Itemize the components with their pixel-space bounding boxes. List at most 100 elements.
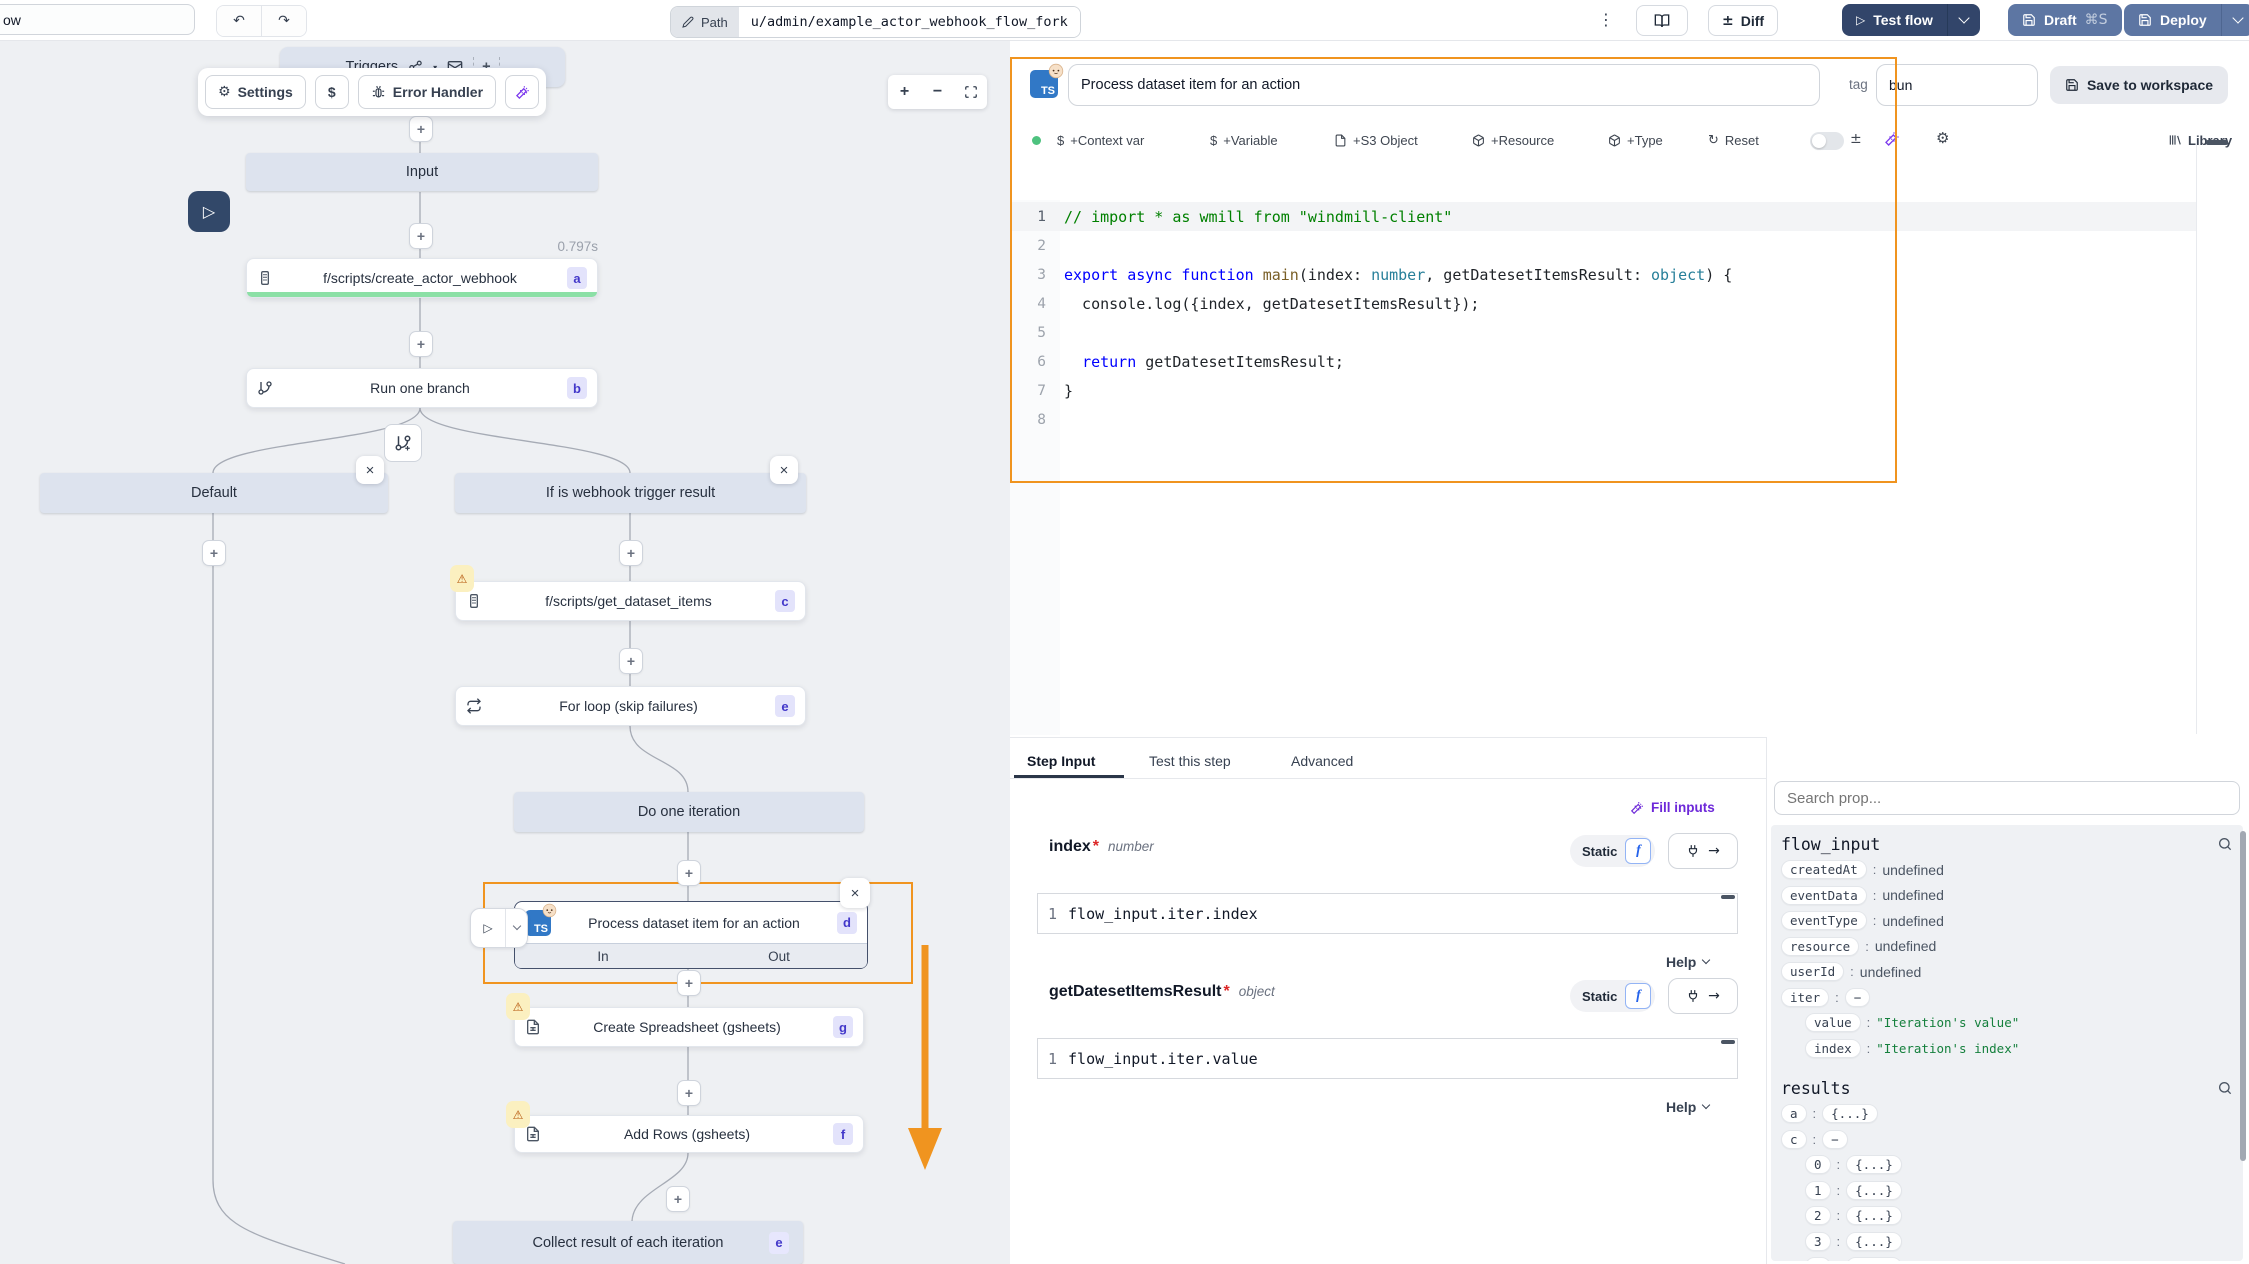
fit-view-icon[interactable] [954,75,987,109]
flow-canvas[interactable]: Triggers ▾ + ⚙ Settings $ Error Handler … [0,40,1011,1264]
step-node-forloop[interactable]: For loop (skip failures) e [455,686,806,726]
prop-row[interactable]: 3:{...} [1805,1229,2233,1255]
prop-row[interactable]: 1:{...} [1805,1178,2233,1204]
add-context-var-button[interactable]: $+Context var [1057,128,1144,152]
tag-input[interactable] [1876,64,2038,106]
prop-key-pill[interactable]: resource [1781,937,1859,956]
deploy-dropdown[interactable] [2222,4,2249,36]
prop-value[interactable]: {...} [1822,1104,1878,1123]
code-editor[interactable]: 1// import * as wmill from "windmill-cli… [1010,202,2196,434]
flow-summary-input[interactable] [0,4,195,35]
step-name-input[interactable] [1068,64,1820,106]
prop-row[interactable]: 2:{...} [1805,1203,2233,1229]
prop-key-pill[interactable]: eventType [1781,911,1867,930]
prop-value[interactable]: {...} [1846,1257,1902,1261]
step-node-a[interactable]: f/scripts/create_actor_webhook a [246,258,598,298]
test-flow-dropdown[interactable] [1948,4,1980,36]
add-branch-button[interactable] [384,424,422,462]
error-handler-button[interactable]: Error Handler [358,75,496,109]
diff-button[interactable]: ± Diff [1708,5,1778,36]
prop-value[interactable]: − [1822,1130,1848,1149]
prop-key-pill[interactable]: a [1781,1104,1807,1123]
fill-inputs-button[interactable]: Fill inputs [1630,800,1715,815]
prop-key-pill[interactable]: iter [1781,988,1829,1007]
add-variable-button[interactable]: $+Variable [1210,128,1278,152]
expr-input-getdatesetitemsresult[interactable]: 1 flow_input.iter.value [1037,1038,1738,1079]
prop-row[interactable]: userId:undefined [1781,959,2233,985]
help-link[interactable]: Help [1666,954,1709,970]
do-one-iteration-node[interactable]: Do one iteration [514,792,864,832]
editor-toggle[interactable] [1810,132,1844,150]
add-step-icon[interactable]: + [619,648,643,674]
add-type-button[interactable]: +Type [1608,128,1663,152]
prop-value[interactable]: {...} [1846,1155,1902,1174]
flow-settings-button[interactable]: ⚙ Settings [205,75,306,109]
add-s3-object-button[interactable]: +S3 Object [1334,128,1418,152]
step-node-d-selected[interactable]: TS Process dataset item for an action d … [514,901,868,969]
prop-row[interactable]: index:"Iteration's index" [1805,1036,2233,1062]
tab-step-input[interactable]: Step Input [1027,746,1095,776]
branch-if-node[interactable]: If is webhook trigger result [455,473,806,513]
javascript-expr-icon[interactable]: f [1625,983,1651,1009]
prop-key-pill[interactable]: 3 [1805,1232,1831,1251]
undo-button[interactable]: ↶ [217,6,261,36]
add-step-icon[interactable]: + [666,1186,690,1212]
prop-value[interactable]: − [1845,988,1871,1007]
help-link[interactable]: Help [1666,1099,1709,1115]
static-toggle-getdatesetitemsresult[interactable]: Static f [1570,980,1655,1012]
prop-row[interactable]: eventData:undefined [1781,883,2233,909]
add-step-icon[interactable]: + [409,223,433,249]
prop-key-pill[interactable]: 4 [1805,1257,1831,1261]
node-in-handle[interactable]: In [515,949,691,964]
tab-test-this-step[interactable]: Test this step [1149,746,1231,776]
diff-toggle-icon[interactable]: ± [1850,131,1862,147]
run-step-dropdown[interactable] [506,909,527,947]
add-step-icon[interactable]: + [409,331,433,357]
prop-row[interactable]: 4:{...} [1805,1254,2233,1261]
prop-key-pill[interactable]: value [1805,1013,1861,1032]
prop-value[interactable]: {...} [1846,1232,1902,1251]
zoom-in-icon[interactable]: + [888,75,921,109]
branch-default-node[interactable]: Default [40,473,388,513]
draft-button[interactable]: Draft ⌘S [2008,4,2122,36]
path-value[interactable]: u/admin/example_actor_webhook_flow_fork [739,7,1080,37]
redo-button[interactable]: ↷ [261,6,306,36]
save-to-workspace-button[interactable]: Save to workspace [2050,66,2228,104]
ai-gen-button[interactable] [1884,131,1900,147]
step-node-c[interactable]: ⚠ f/scripts/get_dataset_items c [455,581,806,621]
prop-key-pill[interactable]: c [1781,1130,1807,1149]
collect-result-node[interactable]: Collect result of each iteration e [453,1221,803,1264]
prop-row[interactable]: eventType:undefined [1781,908,2233,934]
scrollbar-thumb[interactable] [2206,140,2228,145]
add-step-icon[interactable]: + [409,116,433,142]
prop-row[interactable]: createdAt:undefined [1781,857,2233,883]
add-resource-button[interactable]: +Resource [1472,128,1554,152]
reset-code-button[interactable]: ↻Reset [1708,128,1759,152]
add-step-icon[interactable]: + [619,540,643,566]
step-node-f[interactable]: ⚠ Add Rows (gsheets) f [514,1115,864,1153]
add-step-icon[interactable]: + [677,860,701,886]
prop-row[interactable]: a:{...} [1781,1101,2233,1127]
javascript-expr-icon[interactable]: f [1625,838,1651,864]
input-node[interactable]: Input [246,153,598,191]
connect-input-button[interactable]: → [1668,833,1738,869]
prop-row[interactable]: value:"Iteration's value" [1805,1010,2233,1036]
prop-key-pill[interactable]: 1 [1805,1181,1831,1200]
editor-settings-gear-icon[interactable]: ⚙ [1936,129,1949,147]
expr-input-index[interactable]: 1 flow_input.iter.index [1037,893,1738,934]
ai-assistant-button[interactable] [505,75,539,109]
prop-key-pill[interactable]: createdAt [1781,860,1867,879]
prop-key-pill[interactable]: 2 [1805,1206,1831,1225]
prop-key-pill[interactable]: eventData [1781,886,1867,905]
prop-value[interactable]: {...} [1846,1206,1902,1225]
step-node-g[interactable]: ⚠ Create Spreadsheet (gsheets) g [514,1007,864,1047]
add-step-icon[interactable]: + [677,970,701,996]
prop-row[interactable]: iter:− [1781,985,2233,1011]
remove-branch-button[interactable]: × [356,456,384,484]
test-flow-button[interactable]: ▷ Test flow [1842,4,1947,36]
deploy-button[interactable]: Deploy [2124,4,2221,36]
search-icon[interactable] [2217,836,2233,852]
flow-variables-button[interactable]: $ [315,75,349,109]
tab-advanced[interactable]: Advanced [1291,746,1353,776]
docs-button[interactable] [1636,5,1688,36]
